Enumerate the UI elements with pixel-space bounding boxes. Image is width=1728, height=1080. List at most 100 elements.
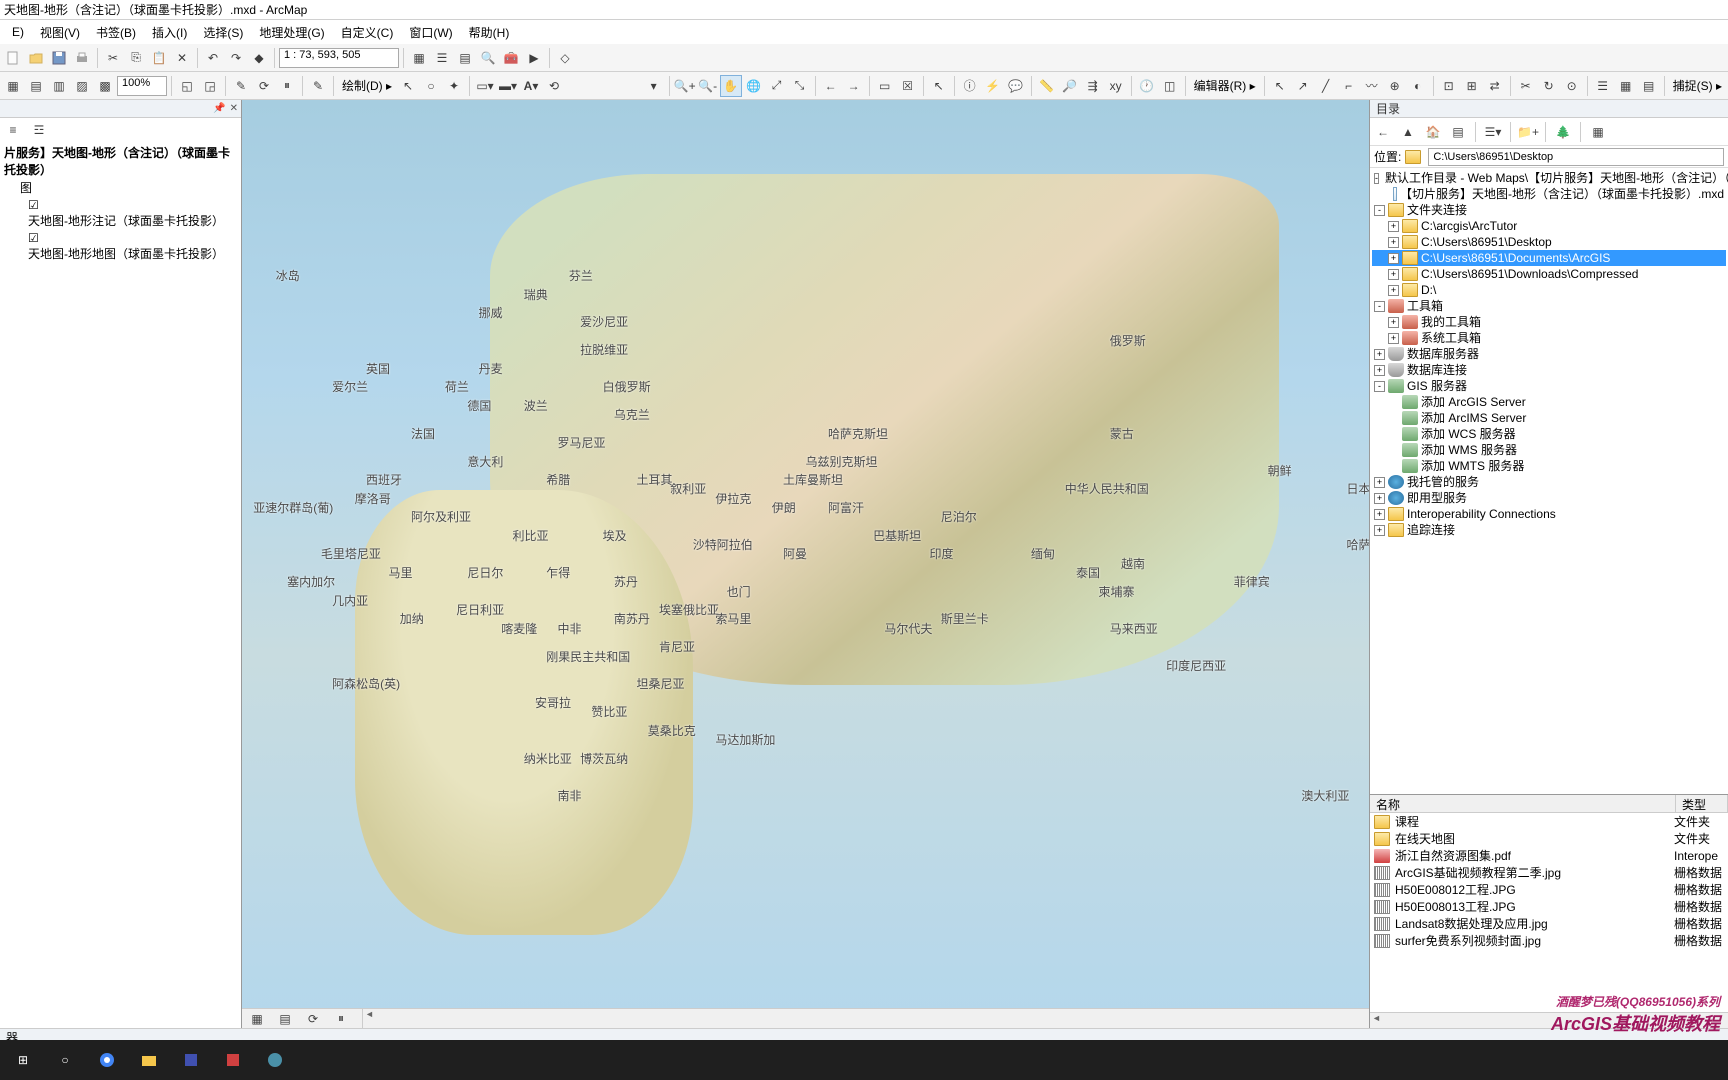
grid3-icon[interactable]: ▨	[71, 75, 93, 97]
file-row[interactable]: Landsat8数据处理及应用.jpg栅格数据	[1370, 915, 1728, 932]
edit7-icon[interactable]: ⊡	[1438, 75, 1460, 97]
edit12-icon[interactable]: ⊙	[1561, 75, 1583, 97]
tree-row[interactable]: +追踪连接	[1372, 522, 1726, 538]
toc-layer-2[interactable]: ☑ 天地图-地形地图（球面墨卡托投影）	[4, 230, 237, 263]
toc-list-icon[interactable]: ≡	[2, 119, 24, 141]
tree-row[interactable]: +C:\Users\86951\Downloads\Compressed	[1372, 266, 1726, 282]
cat-tree-icon[interactable]: 🌲	[1552, 121, 1574, 143]
cat-options-icon[interactable]: ▦	[1587, 121, 1609, 143]
tree-row[interactable]: +C:\Users\86951\Desktop	[1372, 234, 1726, 250]
toc-tree[interactable]: 片服务】天地图-地形（含注记）（球面墨卡托投影） 图 ☑ 天地图-地形注记（球面…	[0, 142, 241, 1028]
edit10-icon[interactable]: ✂	[1515, 75, 1537, 97]
cut-icon[interactable]: ✂	[102, 47, 124, 69]
refresh-icon[interactable]: ⟳	[253, 75, 275, 97]
file-row[interactable]: H50E008013工程.JPG栅格数据	[1370, 898, 1728, 915]
viewer-window-icon[interactable]: ◫	[1159, 75, 1181, 97]
fixed-zoomout-icon[interactable]: ⤡	[789, 75, 811, 97]
expand-icon[interactable]: +	[1374, 509, 1385, 520]
catalog-tree[interactable]: -默认工作目录 - Web Maps\【切片服务】天地图-地形（含注记）（球面墨…	[1370, 168, 1728, 794]
menu-item[interactable]: 视图(V)	[32, 22, 88, 43]
tree-row[interactable]: +D:\	[1372, 282, 1726, 298]
rect-icon[interactable]: ▭▾	[474, 75, 496, 97]
arcmap-icon[interactable]	[258, 1043, 292, 1077]
copy-icon[interactable]: ⎘	[125, 47, 147, 69]
tree-row[interactable]: -默认工作目录 - Web Maps\【切片服务】天地图-地形（含注记）（球面墨	[1372, 170, 1726, 186]
edit1-icon[interactable]: ↗	[1292, 75, 1314, 97]
expand-icon[interactable]: +	[1388, 317, 1399, 328]
text-icon[interactable]: A▾	[520, 75, 542, 97]
expand-icon[interactable]: +	[1388, 221, 1399, 232]
menu-item[interactable]: 地理处理(G)	[251, 22, 332, 43]
expand-icon[interactable]: -	[1374, 301, 1385, 312]
layout-edit-icon[interactable]: ✎	[230, 75, 252, 97]
menu-item[interactable]: 自定义(C)	[333, 22, 402, 43]
explorer-icon[interactable]	[132, 1043, 166, 1077]
tree-row[interactable]: +系统工具箱	[1372, 330, 1726, 346]
pause-draw-icon[interactable]: ⏸	[330, 1008, 352, 1030]
clear-selection-icon[interactable]: ☒	[897, 75, 919, 97]
identify-icon[interactable]: ⓘ	[959, 75, 981, 97]
toc-group[interactable]: 图	[4, 178, 237, 197]
pointer-icon[interactable]: ↖	[397, 75, 419, 97]
paste-icon[interactable]: 📋	[148, 47, 170, 69]
expand-icon[interactable]: +	[1374, 365, 1385, 376]
capture-label[interactable]: 捕捉(S) ▸	[1669, 77, 1726, 94]
grid1-icon[interactable]: ▤	[25, 75, 47, 97]
edit9-icon[interactable]: ⇄	[1484, 75, 1506, 97]
find-icon[interactable]: 🔎	[1059, 75, 1081, 97]
pan-icon[interactable]: ✋	[720, 75, 742, 97]
edit13-icon[interactable]: ☰	[1592, 75, 1614, 97]
tree-row[interactable]: +数据库服务器	[1372, 346, 1726, 362]
layout-icon[interactable]: ▦	[2, 75, 24, 97]
tree-row[interactable]: 添加 ArcIMS Server	[1372, 410, 1726, 426]
toc-layer-1[interactable]: ☑ 天地图-地形注记（球面墨卡托投影）	[4, 197, 237, 230]
edit5-icon[interactable]: ⊕	[1384, 75, 1406, 97]
edit-tool-icon[interactable]: ↖	[1269, 75, 1291, 97]
app1-icon[interactable]	[174, 1043, 208, 1077]
pin-icon[interactable]: 📌	[213, 103, 225, 114]
cortana-icon[interactable]: ○	[48, 1043, 82, 1077]
tree-row[interactable]: +我的工具箱	[1372, 314, 1726, 330]
tree-row[interactable]: +我托管的服务	[1372, 474, 1726, 490]
cat-up-icon[interactable]: ▲	[1397, 121, 1419, 143]
start-icon[interactable]: ⊞	[6, 1043, 40, 1077]
time-slider-icon[interactable]: 🕐	[1136, 75, 1158, 97]
add-data-icon[interactable]: ◆	[248, 47, 270, 69]
back-icon[interactable]: ←	[820, 75, 842, 97]
edit2-icon[interactable]: ╱	[1315, 75, 1337, 97]
fill-icon[interactable]: ▬▾	[497, 75, 519, 97]
tree-row[interactable]: 添加 WMS 服务器	[1372, 442, 1726, 458]
expand-icon[interactable]: +	[1374, 349, 1385, 360]
cat-toggle-icon[interactable]: ▤	[1447, 121, 1469, 143]
editor-label[interactable]: 编辑器(R) ▸	[1190, 77, 1260, 94]
file-row[interactable]: 课程文件夹	[1370, 813, 1728, 830]
editor-toolbar-icon[interactable]: ▦	[408, 47, 430, 69]
pen-icon[interactable]: ✎	[307, 75, 329, 97]
catalog-icon[interactable]: ▤	[454, 47, 476, 69]
cat-connect-icon[interactable]: 📁+	[1517, 121, 1539, 143]
edit6-icon[interactable]: ◐	[1407, 75, 1429, 97]
expand-icon[interactable]: +	[1374, 493, 1385, 504]
expand-icon[interactable]: +	[1374, 477, 1385, 488]
cat-home-icon[interactable]: 🏠	[1422, 121, 1444, 143]
tree-row[interactable]: +Interoperability Connections	[1372, 506, 1726, 522]
cat-back-icon[interactable]: ←	[1372, 121, 1394, 143]
menu-item[interactable]: 帮助(H)	[461, 22, 518, 43]
pause-icon[interactable]: ⏸	[276, 75, 298, 97]
redo-icon[interactable]: ↷	[225, 47, 247, 69]
zoomout-icon[interactable]: 🔍-	[697, 75, 719, 97]
expand-icon[interactable]: +	[1388, 269, 1399, 280]
edit11-icon[interactable]: ↻	[1538, 75, 1560, 97]
col-name[interactable]: 名称	[1370, 795, 1676, 812]
menu-item[interactable]: E)	[4, 23, 32, 41]
file-row[interactable]: 在线天地图文件夹	[1370, 830, 1728, 847]
file-row[interactable]: H50E008012工程.JPG栅格数据	[1370, 881, 1728, 898]
sparkle-icon[interactable]: ✦	[443, 75, 465, 97]
toc-source-icon[interactable]: ☲	[28, 119, 50, 141]
tree-row[interactable]: +C:\arcgis\ArcTutor	[1372, 218, 1726, 234]
menu-item[interactable]: 插入(I)	[144, 22, 195, 43]
model-builder-icon[interactable]: ◇	[554, 47, 576, 69]
col-type[interactable]: 类型	[1676, 795, 1728, 812]
file-row[interactable]: 浙江自然资源图集.pdfInterope	[1370, 847, 1728, 864]
delete-icon[interactable]: ✕	[171, 47, 193, 69]
